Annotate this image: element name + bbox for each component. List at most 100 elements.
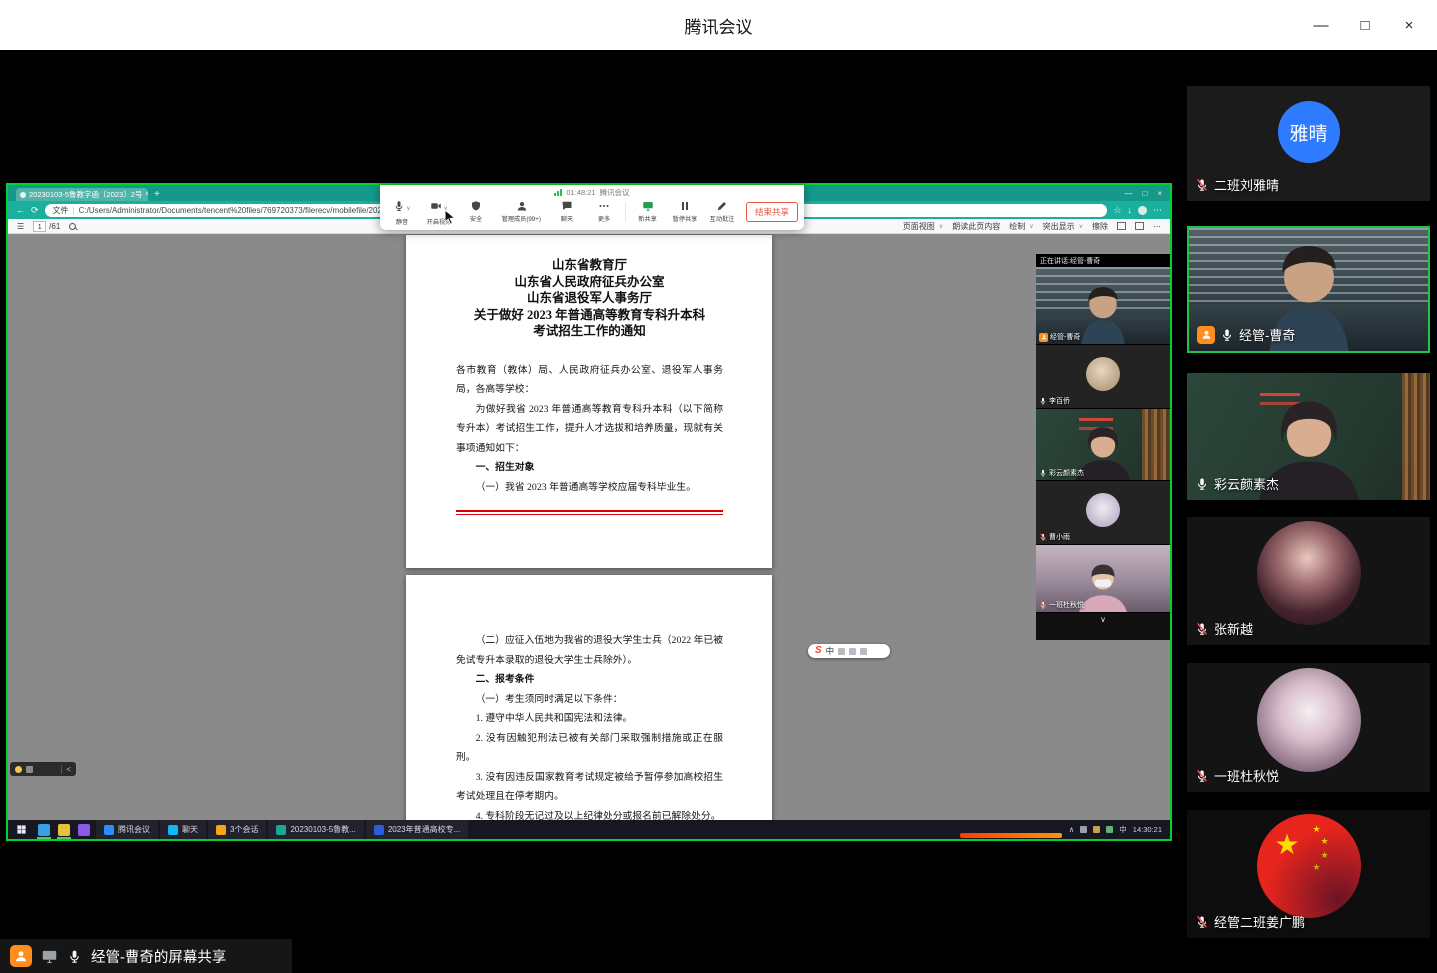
screen-share-icon (41, 948, 58, 965)
pdf-more-icon[interactable]: ⋯ (1153, 222, 1161, 231)
minimize-button[interactable]: — (1299, 0, 1343, 50)
pinned-app-icon[interactable] (38, 824, 50, 836)
pinned-app-icon[interactable] (58, 824, 70, 836)
browser-window-controls: — □ × (1124, 185, 1170, 201)
mute-button[interactable]: ∨ 静音 (386, 198, 418, 226)
back-icon[interactable]: ← (16, 205, 25, 215)
tool-icon (26, 766, 33, 773)
app-icon (168, 825, 178, 835)
security-button[interactable]: 安全 (460, 198, 492, 226)
erase-label: 擦除 (1092, 221, 1108, 232)
page-total: /61 (49, 222, 60, 231)
browser-close-button[interactable]: × (1157, 189, 1162, 198)
refresh-icon[interactable]: ⟳ (31, 205, 39, 216)
participant-tile-zhangxinyue[interactable]: 张新越 (1187, 517, 1430, 645)
highlight-button[interactable]: 突出显示 ∨ (1043, 221, 1083, 232)
participant-tile-caoqi[interactable]: 经管-曹奇 (1187, 226, 1430, 353)
ime-logo[interactable]: S (815, 646, 822, 656)
taskbar-app-label: 聊天 (182, 824, 198, 835)
tray-expand-icon[interactable]: ∧ (1069, 825, 1075, 834)
ime-tool-icon[interactable] (849, 648, 856, 655)
close-button[interactable]: × (1387, 0, 1431, 50)
doc-title-line-1: 山东省教育厅 (456, 257, 723, 274)
pinned-app-icon[interactable] (78, 824, 90, 836)
save-icon[interactable] (1135, 222, 1144, 230)
tray-icon[interactable] (1093, 826, 1100, 833)
new-tab-button[interactable]: + (154, 189, 160, 200)
read-aloud-button[interactable]: 朗读此页内容 (952, 221, 1000, 232)
ime-indicator[interactable]: 中 (1119, 824, 1127, 835)
mic-muted-icon (1195, 915, 1209, 929)
taskbar-app-meeting[interactable]: 腾讯会议 (96, 820, 158, 839)
draw-button[interactable]: 绘制 ∨ (1009, 221, 1033, 232)
taskbar-app-label: 2023年普通高校专... (388, 824, 460, 835)
security-label: 安全 (470, 215, 482, 224)
float-tile-caoxiaoyu[interactable]: 曹小雨 (1036, 481, 1170, 545)
doc-list-3: 3. 没有因违反国家教育考试规定被给予暂停参加高校招生考试处理且在停考期内。 (456, 768, 723, 807)
start-button[interactable] (8, 820, 34, 839)
browser-minimize-button[interactable]: — (1124, 189, 1132, 198)
mini-toolbar-collapsed[interactable]: < (10, 762, 76, 776)
signal-icon (554, 189, 562, 196)
page-number-input[interactable]: 1 (33, 221, 46, 232)
taskbar-app-pdf[interactable]: 20230103-5鲁教... (268, 820, 363, 839)
meeting-duration: 01:48:21 (566, 188, 595, 197)
doc-heading-1: 一、招生对象 (456, 458, 723, 478)
participant-tile-jiangguangpeng[interactable]: ★ ★ ★ ★ ★ 经管二班姜广鹏 (1187, 810, 1430, 938)
ime-tool-icon[interactable] (838, 648, 845, 655)
maximize-button[interactable]: □ (1343, 0, 1387, 50)
float-tile-yansujie[interactable]: 彩云颜素杰 (1036, 409, 1170, 481)
erase-button[interactable]: 擦除 (1092, 221, 1108, 232)
participant-tile-duqiuyue[interactable]: 一班杜秋悦 (1187, 663, 1430, 792)
chat-button[interactable]: 聊天 (551, 198, 583, 226)
page-indicator: 1 /61 (33, 221, 60, 232)
print-icon[interactable] (1117, 222, 1126, 230)
downloads-icon[interactable]: ↓ (1128, 205, 1133, 215)
participant-name: 曹小雨 (1049, 532, 1070, 542)
status-dot-icon (15, 766, 22, 773)
tab-close-icon[interactable]: × (145, 191, 148, 198)
participant-name: 张新越 (1214, 619, 1253, 638)
ime-mode[interactable]: 中 (826, 645, 835, 657)
search-icon[interactable] (69, 223, 76, 230)
collapse-chevron-icon[interactable]: < (66, 765, 71, 774)
pdf-document-area: 山东省教育厅 山东省人民政府征兵办公室 山东省退役军人事务厅 关于做好 2023… (8, 234, 1170, 820)
chevron-down-icon: ∨ (406, 206, 410, 212)
participant-tile-yansujie[interactable]: 彩云颜素杰 (1187, 373, 1430, 500)
favorites-icon[interactable]: ☆ (1113, 205, 1121, 216)
profile-avatar[interactable] (1138, 206, 1147, 215)
participant-tile-liuyaqing[interactable]: 雅晴 二班刘雅晴 (1187, 86, 1430, 201)
browser-menu-icon[interactable]: ⋯ (1153, 205, 1162, 216)
float-tile-label: 一班杜秋悦 (1039, 600, 1084, 610)
end-share-button[interactable]: 结束共享 (746, 202, 798, 222)
taskbar-app-sessions[interactable]: 3个会话 (208, 820, 266, 839)
more-button[interactable]: 更多 (588, 198, 620, 226)
tray-icon[interactable] (1080, 826, 1087, 833)
taskbar-app-doc[interactable]: 2023年普通高校专... (366, 820, 468, 839)
bookshelf (1402, 373, 1430, 500)
tray-icon[interactable] (1106, 826, 1113, 833)
new-share-button[interactable]: 新共享 (632, 198, 664, 226)
float-tile-label: 经管-曹奇 (1039, 332, 1080, 342)
annotation-button[interactable]: 互动批注 (706, 198, 738, 226)
doc-title-line-5: 考试招生工作的通知 (456, 323, 723, 340)
manage-members-button[interactable]: 管理成员(99+) (497, 198, 546, 226)
browser-maximize-button[interactable]: □ (1142, 189, 1147, 198)
mic-icon (1220, 328, 1234, 342)
collapse-panel-button[interactable]: ∨ (1036, 613, 1170, 625)
ime-status-bar[interactable]: S 中 (808, 644, 890, 658)
float-tile-caoqi[interactable]: 经管-曹奇 (1036, 267, 1170, 345)
tab-title: 20230103-5鲁教字函〔2023〕2号 (29, 189, 142, 200)
clock[interactable]: 14:30:21 (1133, 825, 1162, 834)
browser-tab[interactable]: 20230103-5鲁教字函〔2023〕2号 × (16, 188, 148, 201)
float-tile-duqiuyue[interactable]: 一班杜秋悦 (1036, 545, 1170, 613)
pause-share-button[interactable]: 暂停共享 (669, 198, 701, 226)
participant-label: 经管-曹奇 (1197, 325, 1295, 344)
doc-sub-1: （一）考生须同时满足以下条件： (456, 690, 723, 710)
chevron-down-icon: ∨ (939, 223, 943, 230)
toc-menu-icon[interactable]: ☰ (17, 222, 24, 231)
page-view-button[interactable]: 页面视图 ∨ (903, 221, 943, 232)
taskbar-app-chat[interactable]: 聊天 (160, 820, 206, 839)
float-tile-libaiqiao[interactable]: 李百侨 (1036, 345, 1170, 409)
ime-tool-icon[interactable] (860, 648, 867, 655)
